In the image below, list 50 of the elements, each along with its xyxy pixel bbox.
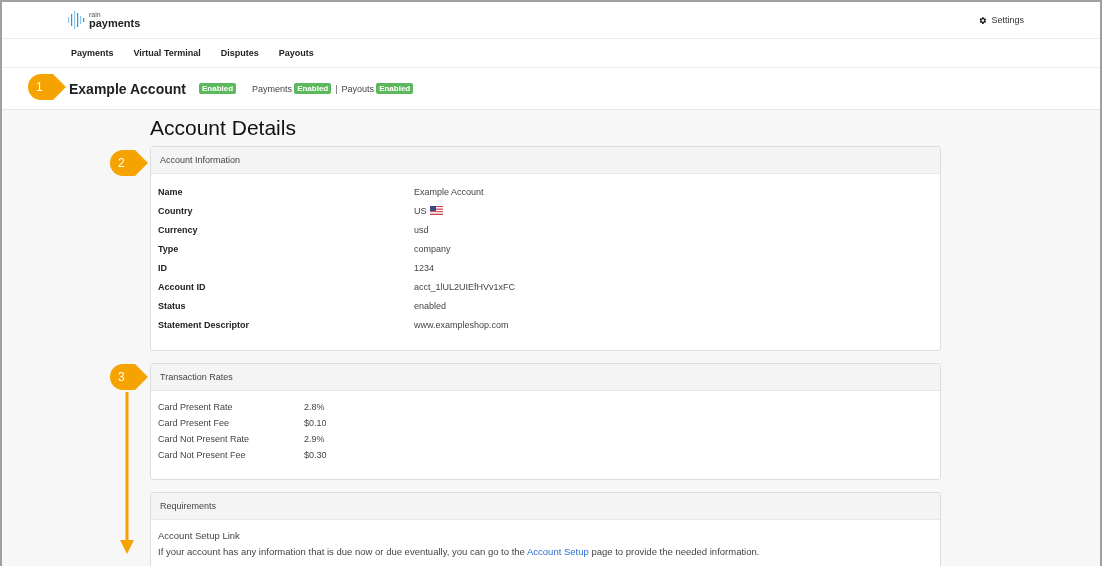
requirements-text: If your account has any information that is due now or due eventually, you can go to the Account Setup page to provide the needed information. — [158, 546, 761, 557]
field-value: US — [414, 205, 427, 216]
field-label: Type — [158, 243, 180, 254]
field-value: 1234 — [414, 262, 435, 273]
callout-badge: 1 — [27, 73, 67, 101]
rate-value: 2.8% — [304, 402, 326, 412]
status-label: Payments — [252, 83, 293, 94]
status-badge: Enabled — [376, 83, 414, 94]
nav-link[interactable]: Virtual Terminal — [133, 48, 201, 58]
status-badge: Enabled — [294, 83, 332, 94]
logo-name: payments — [89, 18, 141, 29]
page-title: Account Details — [150, 116, 297, 140]
card-title: Account Information — [151, 147, 940, 174]
card-title: Transaction Rates — [151, 364, 940, 391]
status-badge: Enabled — [198, 83, 237, 94]
settings-icon — [978, 15, 988, 25]
field-value: www.exampleshop.com — [414, 319, 509, 330]
field-label: Status — [158, 300, 187, 311]
logo-icon — [66, 10, 86, 30]
field-label: Statement Descriptor — [158, 319, 251, 330]
nav-link[interactable]: Payouts — [278, 48, 314, 58]
rate-value: $0.30 — [304, 450, 328, 460]
rate-label: Card Present Rate — [158, 402, 234, 412]
flag-icon — [429, 206, 443, 215]
rate-label: Card Not Present Rate — [158, 434, 251, 444]
account-setup-link[interactable]: Account Setup — [527, 546, 589, 557]
nav-link[interactable]: Disputes — [220, 48, 259, 58]
field-label: ID — [158, 262, 168, 273]
field-label: Name — [158, 186, 184, 197]
rate-label: Card Present Fee — [158, 418, 231, 428]
field-value: usd — [414, 224, 429, 235]
field-value: acct_1lUL2UIEfHVv1xFC — [414, 281, 516, 292]
status-label: Payouts — [341, 83, 375, 94]
section-subtitle: Account Setup Link — [158, 530, 241, 541]
field-label: Account ID — [158, 281, 207, 292]
separator: | — [335, 83, 338, 94]
rate-value: $0.10 — [304, 418, 328, 428]
settings-link[interactable]: Settings — [978, 15, 1024, 25]
field-value: company — [414, 243, 451, 254]
rate-value: 2.9% — [304, 434, 326, 444]
field-value: Example Account — [414, 186, 484, 197]
callout-badge: 3 — [109, 363, 149, 391]
field-label: Currency — [158, 224, 199, 235]
field-label: Country — [158, 205, 194, 216]
field-value: enabled — [414, 300, 447, 311]
callout-badge: 2 — [109, 149, 149, 177]
rate-label: Card Not Present Fee — [158, 450, 247, 460]
account-name: Example Account — [69, 80, 186, 97]
card-title: Requirements — [151, 493, 940, 520]
nav-link[interactable]: Payments — [71, 48, 114, 58]
